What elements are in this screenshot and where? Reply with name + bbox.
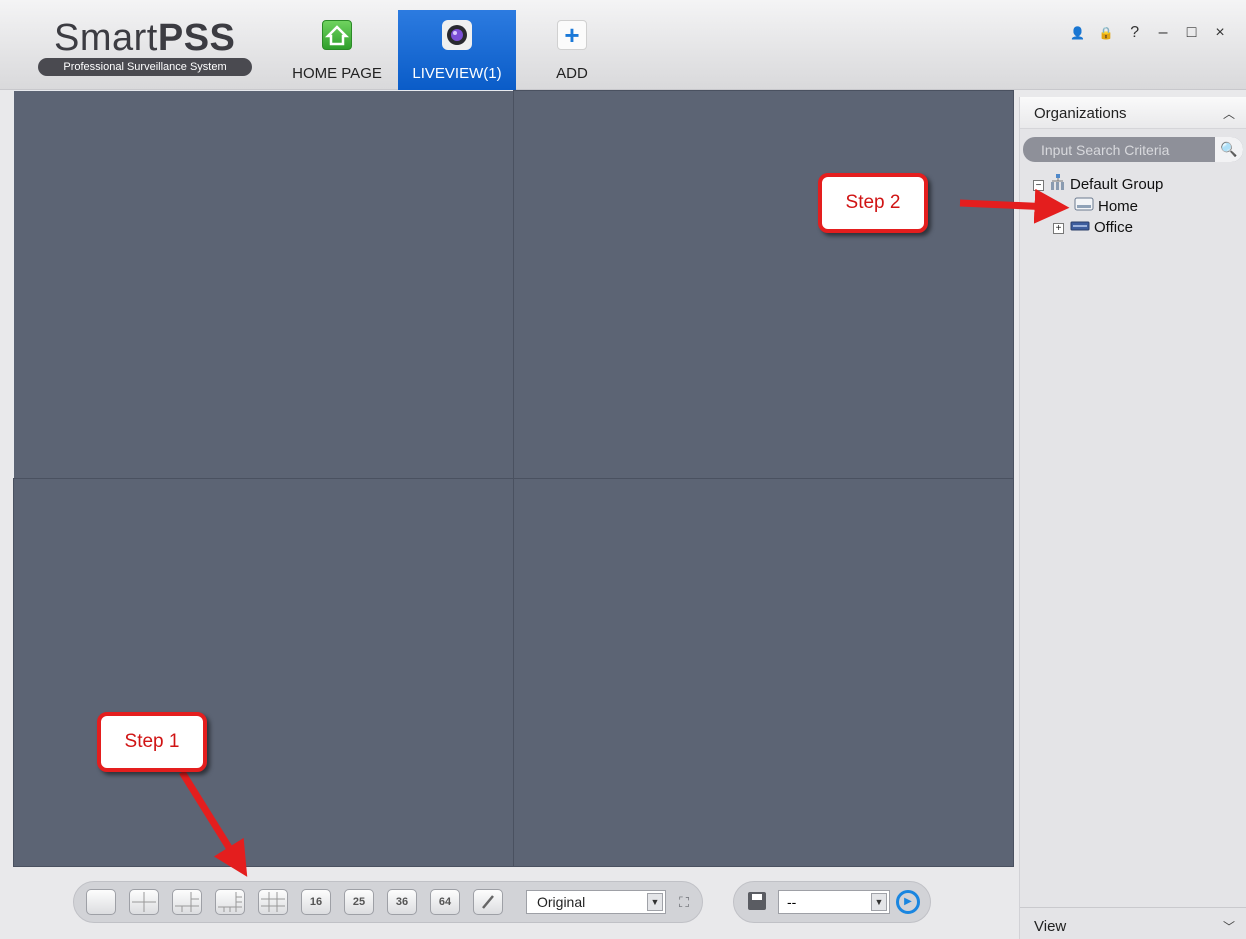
tab-home-page[interactable]: HOME PAGE: [284, 10, 390, 90]
layout-4-button[interactable]: [129, 889, 159, 915]
view-section-title: View: [1034, 918, 1067, 935]
tab-add[interactable]: + ADD: [540, 10, 604, 90]
view-toolbar: -- ▼ ▶: [733, 881, 931, 923]
organizations-panel: Organizations ︿ 🔍 − Default Group Home + O…: [1019, 97, 1246, 939]
video-pane-1[interactable]: [13, 90, 514, 479]
video-pane-4[interactable]: [513, 478, 1014, 867]
home-icon: [322, 20, 352, 50]
display-ratio-value: Original: [537, 894, 586, 910]
layout-6-button[interactable]: [172, 889, 202, 915]
organizations-title: Organizations: [1034, 105, 1127, 122]
layout-1-button[interactable]: [86, 889, 116, 915]
view-select[interactable]: -- ▼: [778, 890, 890, 914]
search-icon[interactable]: 🔍: [1215, 137, 1243, 162]
tree-node-default-group-label: Default Group: [1070, 175, 1164, 193]
save-view-icon[interactable]: [748, 892, 766, 910]
organizations-header[interactable]: Organizations ︿: [1020, 97, 1246, 129]
chevron-down-icon: ▼: [871, 893, 887, 911]
tab-liveview[interactable]: LIVEVIEW(1): [398, 10, 516, 90]
tree-node-home-label: Home: [1098, 197, 1139, 215]
app-logo: SmartPSS Professional Surveillance Syste…: [36, 14, 254, 78]
search-input[interactable]: [1033, 139, 1209, 160]
chevron-down-icon[interactable]: ﹀: [1223, 918, 1235, 935]
tree-node-office-label: Office: [1094, 219, 1133, 236]
user-icon[interactable]: 👤: [1066, 26, 1090, 40]
layout-8-button[interactable]: [215, 889, 245, 915]
logo-tagline: Professional Surveillance System: [38, 58, 252, 76]
layout-64-button[interactable]: 64: [430, 889, 460, 915]
logo-name: SmartPSS: [54, 17, 236, 59]
layout-36-button[interactable]: 36: [387, 889, 417, 915]
minimize-button[interactable]: –: [1151, 24, 1175, 42]
play-tour-icon[interactable]: ▶: [896, 890, 920, 914]
fullscreen-icon[interactable]: ⛶: [674, 892, 694, 912]
layout-25-button[interactable]: 25: [344, 889, 374, 915]
nvr-device-icon: [1070, 218, 1090, 238]
maximize-button[interactable]: □: [1180, 24, 1204, 42]
collapse-icon[interactable]: −: [1033, 179, 1044, 191]
lock-icon[interactable]: 🔒: [1094, 26, 1118, 40]
expand-icon[interactable]: +: [1053, 222, 1064, 234]
dvr-device-icon: [1074, 196, 1094, 218]
chevron-down-icon: ▼: [647, 893, 663, 911]
title-bar: SmartPSS Professional Surveillance Syste…: [0, 0, 1246, 90]
annotation-step1: Step 1: [97, 712, 207, 772]
window-controls: 👤 🔒 ? – □ ×: [1066, 24, 1232, 44]
video-pane-2[interactable]: [513, 90, 1014, 479]
tree-node-home[interactable]: Home: [1074, 196, 1138, 216]
tree-node-office[interactable]: + Office: [1053, 218, 1133, 238]
layout-toolbar: 16 25 36 64 Original ▼ ⛶: [73, 881, 703, 923]
device-search: 🔍: [1023, 137, 1243, 162]
tab-add-label: ADD: [556, 65, 588, 82]
annotation-step2: Step 2: [818, 173, 928, 233]
layout-16-button[interactable]: 16: [301, 889, 331, 915]
video-pane-3[interactable]: [13, 478, 514, 867]
custom-layout-button[interactable]: [473, 889, 503, 915]
plus-icon: +: [557, 20, 587, 50]
view-select-value: --: [787, 894, 797, 910]
group-icon: [1050, 174, 1066, 196]
camera-icon: [442, 20, 472, 50]
bottom-toolbar: 16 25 36 64 Original ▼ ⛶ -- ▼ ▶: [13, 867, 1014, 939]
view-section-header[interactable]: View ﹀: [1020, 907, 1246, 939]
close-button[interactable]: ×: [1208, 24, 1232, 42]
tree-node-default-group[interactable]: − Default Group: [1033, 174, 1163, 194]
tab-home-page-label: HOME PAGE: [292, 65, 382, 82]
layout-9-button[interactable]: [258, 889, 288, 915]
display-ratio-select[interactable]: Original ▼: [526, 890, 666, 914]
chevron-up-icon[interactable]: ︿: [1223, 105, 1235, 122]
help-button[interactable]: ?: [1123, 24, 1147, 42]
tab-liveview-label: LIVEVIEW(1): [412, 65, 502, 82]
